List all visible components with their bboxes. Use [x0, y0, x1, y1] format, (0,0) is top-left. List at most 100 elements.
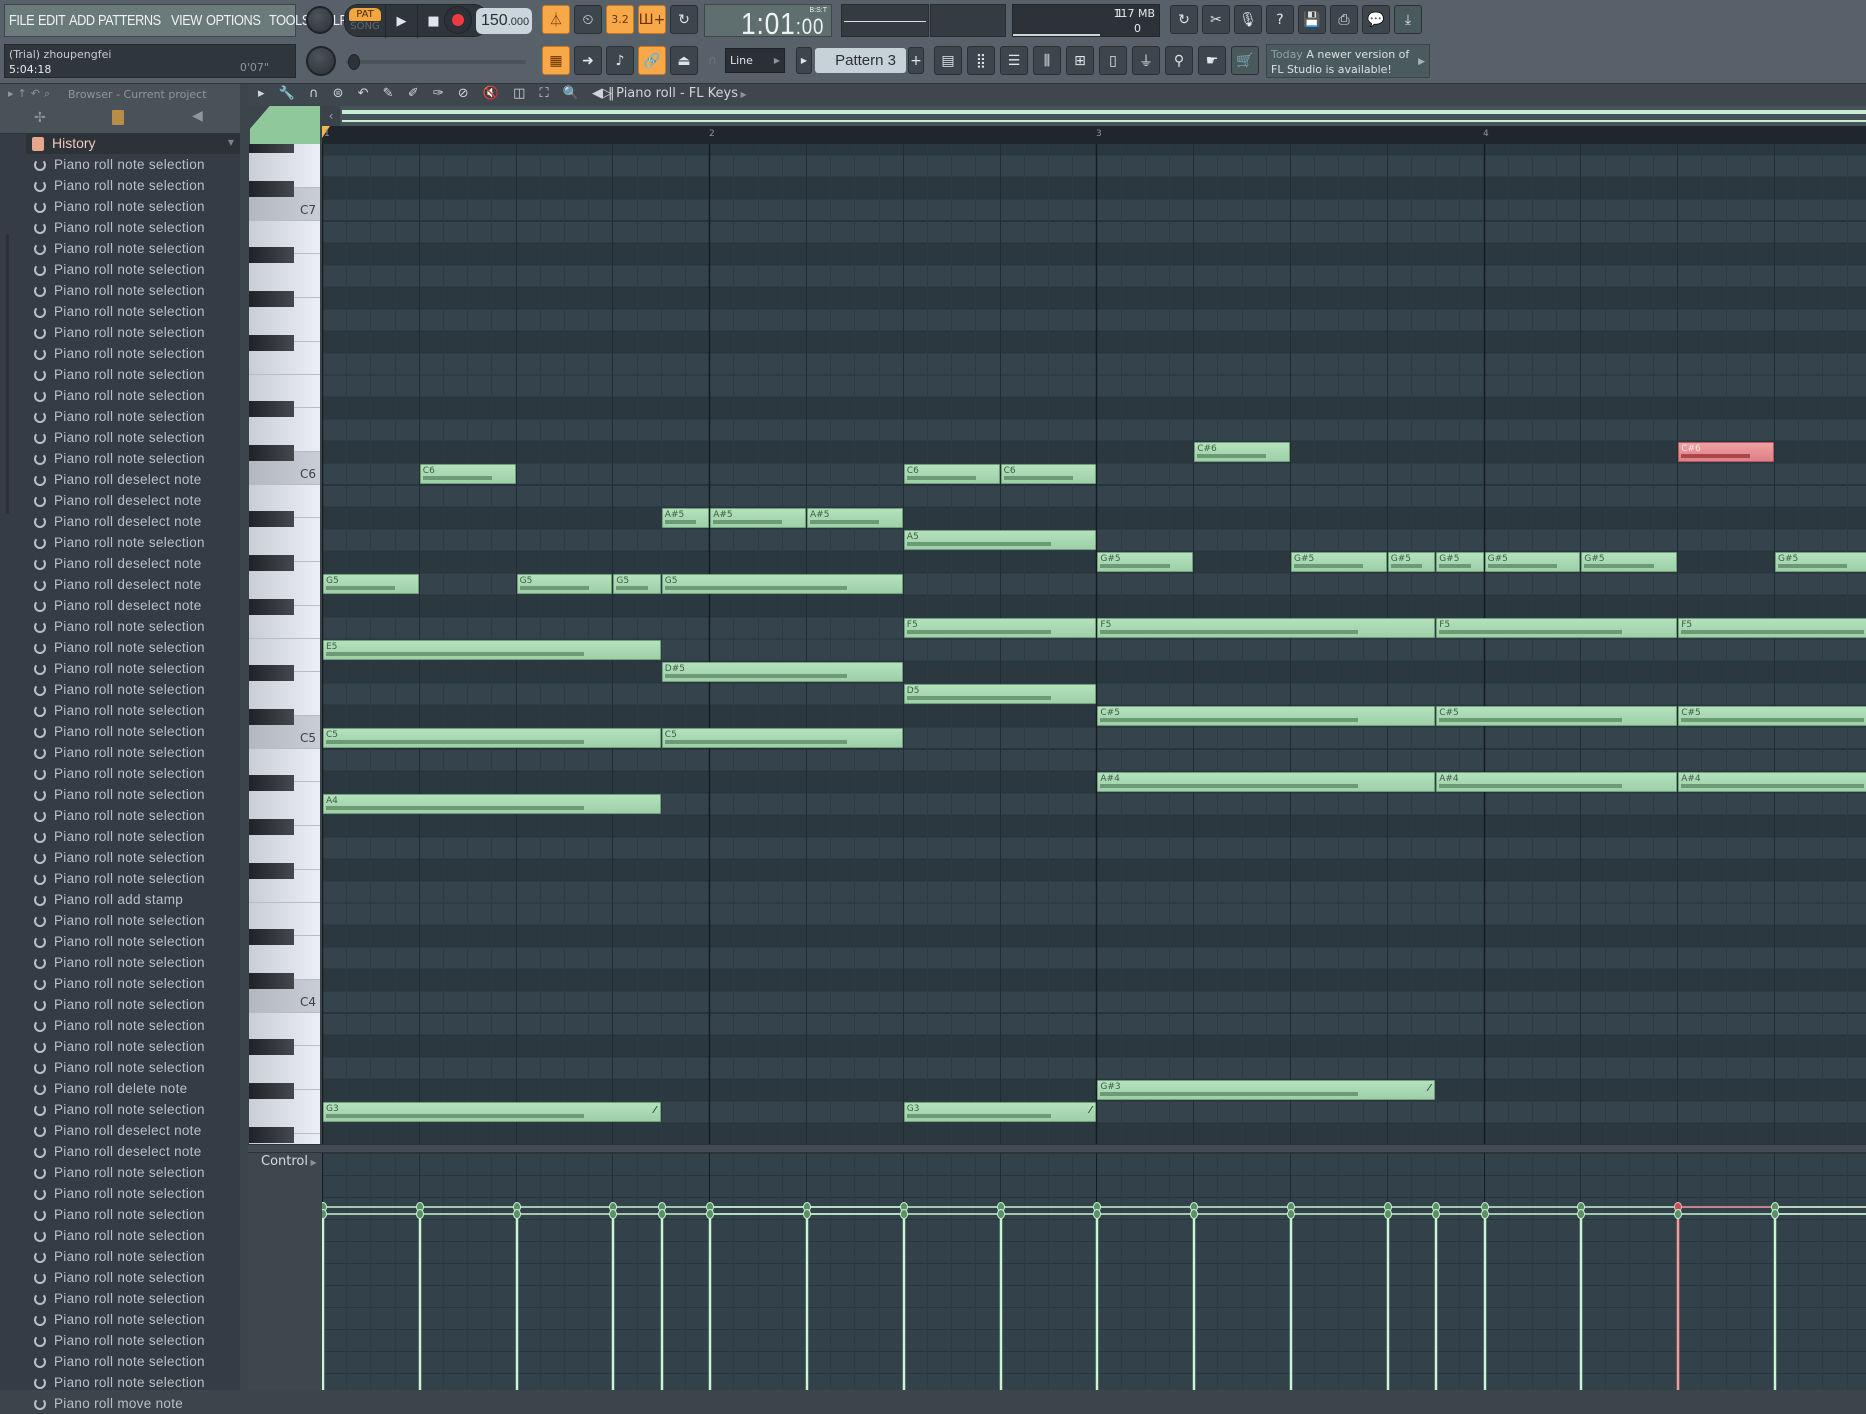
history-item[interactable]: Piano roll note selection	[14, 1099, 240, 1120]
history-item[interactable]: Piano roll note selection	[14, 238, 240, 259]
add-pattern-button[interactable]: +	[908, 47, 924, 74]
velocity-handle[interactable]	[1093, 1209, 1101, 1219]
black-key[interactable]	[249, 401, 294, 417]
browser-title[interactable]: Browser - Current project	[68, 88, 207, 101]
history-item[interactable]: Piano roll note selection	[14, 973, 240, 994]
help-button[interactable]: ?	[1266, 5, 1294, 34]
history-item[interactable]: Piano roll note selection	[14, 1330, 240, 1351]
black-key[interactable]	[249, 1039, 294, 1055]
record-button[interactable]	[444, 6, 472, 34]
velocity-editor[interactable]	[322, 1153, 1866, 1390]
velocity-handle[interactable]	[1190, 1209, 1198, 1219]
countdown-button[interactable]: 3.2	[606, 5, 634, 34]
history-item[interactable]: Piano roll note selection	[14, 1204, 240, 1225]
snap-selector[interactable]: Line ▶	[725, 48, 785, 73]
pat-song-toggle[interactable]: PAT SONG	[349, 8, 381, 35]
history-item[interactable]: Piano roll deselect note	[14, 490, 240, 511]
note-selected[interactable]: C#6	[1678, 442, 1774, 462]
history-item[interactable]: Piano roll note selection	[14, 1162, 240, 1183]
news-panel[interactable]: Today A newer version of FL Studio is av…	[1266, 44, 1430, 78]
note-grid[interactable]: G5 C6 G5 G5 G5 A#5 A#5 A#5 E5 D#5 C5 C5 A4 G3 ⁄ C6 C6 A5 F…	[322, 144, 1866, 1144]
history-item[interactable]: Piano roll note selection	[14, 1057, 240, 1078]
note[interactable]: G#5	[1291, 552, 1387, 572]
step-button[interactable]: ➜	[574, 46, 602, 75]
recording-button[interactable]: 🎙	[1234, 5, 1262, 34]
note[interactable]: A#4	[1097, 772, 1436, 792]
history-item[interactable]: Piano roll note selection	[14, 847, 240, 868]
tutorial-button[interactable]: ☛	[1198, 46, 1226, 75]
playlist-button[interactable]: ▤	[934, 46, 962, 75]
note[interactable]: F5	[903, 618, 1097, 638]
history-item[interactable]: Piano roll deselect note	[14, 574, 240, 595]
note[interactable]: C6	[1000, 464, 1097, 484]
history-item[interactable]: Piano roll move note	[14, 1393, 240, 1414]
black-key[interactable]	[249, 291, 294, 307]
note[interactable]: G#3 ⁄	[1097, 1080, 1436, 1100]
history-item[interactable]: Piano roll note selection	[14, 805, 240, 826]
song-position-display[interactable]: 1:01:00 B:S:T	[704, 4, 832, 41]
history-item[interactable]: Piano roll note selection	[14, 427, 240, 448]
piano-roll-title[interactable]: ◁▷ Piano roll - FL Keys ▶	[592, 86, 747, 101]
velocity-handle[interactable]	[706, 1209, 714, 1219]
black-key[interactable]	[249, 555, 294, 571]
timeline-ruler[interactable]: 1 2 3 4	[322, 126, 1866, 144]
history-item[interactable]: Piano roll note selection	[14, 1267, 240, 1288]
history-item[interactable]: Piano roll note selection	[14, 322, 240, 343]
history-item[interactable]: Piano roll note selection	[14, 1309, 240, 1330]
history-item[interactable]: Piano roll note selection	[14, 448, 240, 469]
menu-add[interactable]: ADD	[69, 12, 95, 29]
pattern-prev-button[interactable]: ▶	[796, 47, 812, 74]
history-item[interactable]: Piano roll note selection	[14, 175, 240, 196]
history-item[interactable]: Piano roll add stamp	[14, 889, 240, 910]
note[interactable]: C5	[661, 728, 903, 748]
history-item[interactable]: Piano roll note selection	[14, 868, 240, 889]
history-item[interactable]: Piano roll note selection	[14, 1288, 240, 1309]
browser-scrollbar[interactable]	[6, 234, 9, 514]
piano-roll-tools[interactable]: ▸ 🔧 ∩ ⊜ ↶ ✎ ✐ ✑ ⊘ 🔇 ◫ ⛶ 🔍 ◀‖	[258, 86, 620, 101]
tempo-display[interactable]: 150.000	[476, 8, 532, 34]
browser-button[interactable]: ⊞	[1066, 46, 1094, 75]
velocity-handle[interactable]	[1674, 1209, 1682, 1219]
menu-edit[interactable]: EDIT	[38, 12, 66, 29]
history-item[interactable]: Piano roll note selection	[14, 1183, 240, 1204]
velocity-handle[interactable]	[900, 1209, 908, 1219]
history-item[interactable]: Piano roll note selection	[14, 406, 240, 427]
history-item[interactable]: Piano roll note selection	[14, 763, 240, 784]
history-item[interactable]: Piano roll note selection	[14, 721, 240, 742]
history-item[interactable]: Piano roll note selection	[14, 385, 240, 406]
velocity-handle[interactable]	[1771, 1209, 1779, 1219]
control-selector[interactable]: Control ▶	[261, 1154, 317, 1169]
velocity-handle[interactable]	[658, 1209, 666, 1219]
history-item[interactable]: Piano roll deselect note	[14, 511, 240, 532]
menu-options[interactable]: OPTIONS	[206, 12, 261, 29]
browser-nav-icons[interactable]: ▸↑↶⌕	[8, 87, 54, 101]
history-item[interactable]: Piano roll note selection	[14, 259, 240, 280]
history-item[interactable]: Piano roll note selection	[14, 1351, 240, 1372]
history-item[interactable]: Piano roll note selection	[14, 1225, 240, 1246]
history-item[interactable]: Piano roll note selection	[14, 616, 240, 637]
piano-keyboard[interactable]: C7 C6 C5 C4	[249, 144, 320, 1144]
menu-patterns[interactable]: PATTERNS	[98, 12, 161, 29]
note[interactable]: G3 ⁄	[903, 1102, 1097, 1122]
plugin-icon[interactable]: ◀	[192, 108, 203, 124]
note[interactable]: E5	[323, 640, 661, 660]
note[interactable]: D5	[903, 684, 1097, 704]
master-pitch-knob[interactable]	[306, 46, 336, 76]
velocity-handle[interactable]	[416, 1209, 424, 1219]
menu-file[interactable]: FILE	[9, 12, 35, 29]
history-item[interactable]: Piano roll deselect note	[14, 1120, 240, 1141]
velocity-handle[interactable]	[322, 1209, 327, 1219]
note[interactable]: C#5	[1097, 706, 1436, 726]
pattern-overview-scrollbar[interactable]: ‹	[322, 106, 1866, 126]
history-item[interactable]: Piano roll note selection	[14, 217, 240, 238]
velocity-handle[interactable]	[513, 1209, 521, 1219]
note[interactable]: A#5	[661, 508, 710, 528]
note[interactable]: D#5	[661, 662, 903, 682]
history-item[interactable]: Piano roll note selection	[14, 280, 240, 301]
note[interactable]: A#5	[807, 508, 903, 528]
velocity-handle[interactable]	[1384, 1209, 1392, 1219]
menu-view[interactable]: VIEW	[171, 12, 202, 29]
history-item[interactable]: Piano roll deselect note	[14, 469, 240, 490]
download-button[interactable]: ⤓	[1394, 5, 1422, 34]
black-key[interactable]	[249, 973, 294, 989]
